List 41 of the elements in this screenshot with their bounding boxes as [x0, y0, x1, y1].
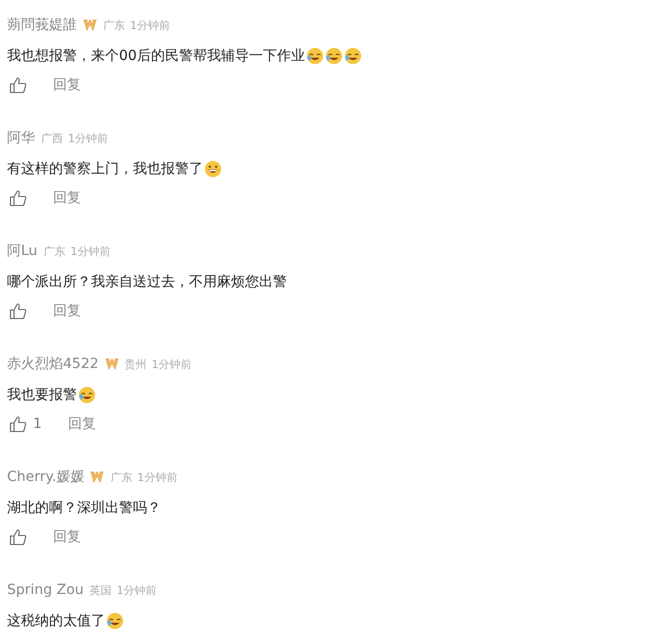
laughing-emoji-icon [306, 47, 324, 65]
laughing-emoji-icon [78, 386, 96, 404]
timestamp: 1分钟前 [68, 130, 108, 146]
user-name[interactable]: Cherry.媛媛 [7, 468, 84, 486]
reply-link[interactable]: 回复 [53, 76, 81, 94]
thumbs-up-icon[interactable] [9, 415, 27, 433]
laughing-emoji-icon [324, 47, 343, 65]
timestamp: 1分钟前 [137, 470, 178, 484]
comment-text: 我也要报警 [7, 386, 77, 404]
reply-link[interactable]: 回复 [68, 415, 96, 433]
reply-link[interactable]: 回复 [53, 189, 81, 207]
reply-link[interactable]: 回复 [53, 302, 81, 320]
timestamp: 1分钟前 [116, 582, 157, 598]
laughing-emoji-icon [344, 47, 362, 65]
thumbs-up-icon[interactable] [9, 189, 27, 207]
comment-text: 哪个派出所？我亲自送过去，不用麻烦您出警 [7, 273, 287, 291]
timestamp: 1分钟前 [70, 244, 110, 258]
user-name[interactable]: 蒴問莪媞誰 [7, 16, 77, 34]
location-label: 广东 [103, 18, 125, 32]
location-label: 广东 [43, 244, 66, 258]
location-label: 广东 [110, 470, 132, 484]
timestamp: 1分钟前 [130, 18, 170, 32]
location-label: 贵州 [124, 356, 147, 372]
location-label: 英国 [90, 582, 112, 598]
thumbs-up-icon[interactable] [9, 302, 27, 320]
comment-text: 这税纳的太值了 [7, 612, 105, 630]
user-name[interactable]: 阿华 [7, 129, 35, 147]
user-name[interactable]: 阿Lu [7, 242, 38, 260]
location-label: 广西 [41, 130, 63, 146]
comment-text: 我也想报警，来个00后的民警帮我辅导一下作业 [7, 47, 305, 65]
grinning-emoji-icon [204, 160, 222, 178]
timestamp: 1分钟前 [152, 356, 192, 372]
like-count: 1 [33, 416, 42, 432]
comment-text: 有这样的警察上门，我也报警了 [7, 160, 203, 178]
laughing-emoji-icon [106, 612, 124, 630]
user-name[interactable]: 赤火烈焰4522 [7, 355, 99, 373]
thumbs-up-icon[interactable] [9, 76, 27, 94]
reply-link[interactable]: 回复 [53, 528, 81, 546]
comment-text: 湖北的啊？深圳出警吗？ [7, 499, 161, 517]
user-name[interactable]: Spring Zou [7, 582, 84, 598]
thumbs-up-icon[interactable] [9, 528, 27, 546]
